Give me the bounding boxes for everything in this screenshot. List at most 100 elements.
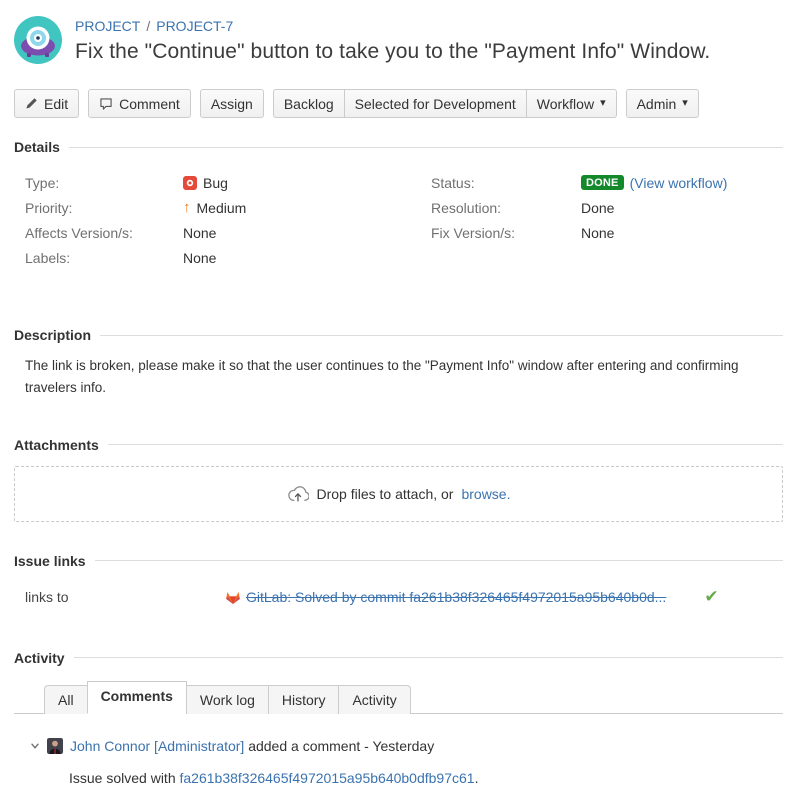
priority-medium-arrow-icon: ↑ [183,200,191,215]
comment-text-prefix: Issue solved with [69,770,180,786]
breadcrumb-separator: / [146,18,150,34]
breadcrumb-project-link[interactable]: PROJECT [75,18,140,34]
backlog-button[interactable]: Backlog [273,89,345,118]
workflow-button-label: Workflow [537,96,594,112]
admin-button-label: Admin [637,96,677,112]
heading-rule [95,560,783,561]
priority-row: Priority: ↑ Medium [14,195,417,220]
issue-header: PROJECT / PROJECT-7 Fix the "Continue" but… [14,16,783,64]
chevron-down-icon[interactable] [30,741,40,751]
gitlab-icon [225,589,241,605]
fix-version-label: Fix Version/s: [417,225,581,241]
selected-for-development-label: Selected for Development [355,96,516,112]
description-heading: Description [14,327,783,343]
attachments-heading: Attachments [14,437,783,453]
tab-comments[interactable]: Comments [87,681,187,714]
project-avatar-icon [14,16,62,64]
admin-dropdown-button[interactable]: Admin ▾ [626,89,699,118]
attachments-heading-label: Attachments [14,437,99,453]
comment-button-label: Comment [119,96,180,112]
breadcrumb: PROJECT / PROJECT-7 [75,18,710,34]
heading-rule [69,147,783,148]
comment-bubble-icon [99,97,113,111]
activity-heading: Activity [14,650,783,666]
priority-label: Priority: [14,200,183,216]
labels-value: None [183,250,216,266]
description-heading-label: Description [14,327,91,343]
bug-icon [183,176,197,190]
resolution-value: Done [581,200,614,216]
backlog-button-label: Backlog [284,96,334,112]
comment-action-text: added a comment - Yesterday [248,738,434,754]
issue-link-row: links to GitLab: Solved by commit fa261b… [14,587,783,607]
affects-version-row: Affects Version/s: None [14,220,417,245]
breadcrumb-issue-link[interactable]: PROJECT-7 [156,18,233,34]
details-left-column: Type: Bug Priority: ↑ Medium Affects Ver… [14,170,417,270]
upload-cloud-icon [287,483,309,505]
caret-down-icon: ▾ [682,98,688,109]
workflow-button-group: Backlog Selected for Development Workflo… [273,89,617,118]
gitlab-commit-link[interactable]: GitLab: Solved by commit fa261b38f326465… [246,589,666,605]
pencil-icon [25,97,38,110]
check-icon: ✔ [704,587,718,607]
issue-page: PROJECT / PROJECT-7 Fix the "Continue" but… [0,0,797,786]
workflow-dropdown-button[interactable]: Workflow ▾ [526,89,617,118]
comment-text-suffix: . [475,770,479,786]
toolbar: Edit Comment Assign Backlog Selected for… [14,89,783,118]
type-label: Type: [14,175,183,191]
affects-version-label: Affects Version/s: [14,225,183,241]
user-avatar [47,738,63,754]
activity-heading-label: Activity [14,650,65,666]
status-label: Status: [417,175,581,191]
affects-version-value: None [183,225,216,241]
tab-work-log[interactable]: Work log [186,685,269,714]
tab-history[interactable]: History [268,685,340,714]
status-row: Status: DONE (View workflow) [417,170,783,195]
attachments-section: Attachments Drop files to attach, or bro… [14,437,783,522]
comment-author-link[interactable]: John Connor [Administrator] [70,738,244,754]
heading-rule [108,444,783,445]
edit-button[interactable]: Edit [14,89,79,118]
issue-links-heading: Issue links [14,553,783,569]
fix-version-row: Fix Version/s: None [417,220,783,245]
details-right-column: Status: DONE (View workflow) Resolution:… [417,170,783,270]
activity-section: Activity All Comments Work log History A… [14,650,783,786]
link-relation-label: links to [14,589,225,605]
comment-header: John Connor [Administrator] added a comm… [30,738,783,754]
status-badge: DONE [581,175,624,190]
tab-all[interactable]: All [44,685,88,714]
dropzone-text: Drop files to attach, or [317,486,454,502]
browse-link[interactable]: browse. [461,486,510,502]
selected-for-development-button[interactable]: Selected for Development [344,89,527,118]
details-heading-label: Details [14,139,60,155]
details-heading: Details [14,139,783,155]
view-workflow-link[interactable]: (View workflow) [630,175,728,191]
resolution-label: Resolution: [417,200,581,216]
labels-label: Labels: [14,250,183,266]
attachment-dropzone[interactable]: Drop files to attach, or browse. [14,466,783,522]
resolution-row: Resolution: Done [417,195,783,220]
assign-button-label: Assign [211,96,253,112]
details-section: Details Type: Bug Priority: ↑ Medium [14,139,783,270]
tab-activity[interactable]: Activity [338,685,410,714]
type-row: Type: Bug [14,170,417,195]
issue-links-section: Issue links links to GitLab: Solved by c… [14,553,783,607]
heading-rule [100,335,783,336]
edit-button-label: Edit [44,96,68,112]
activity-tabs: All Comments Work log History Activity [14,681,783,714]
fix-version-value: None [581,225,614,241]
comment-body: Issue solved with fa261b38f326465f497201… [69,770,783,786]
page-title: Fix the "Continue" button to take you to… [75,40,710,64]
description-section: Description The link is broken, please m… [14,327,783,400]
header-text: PROJECT / PROJECT-7 Fix the "Continue" but… [75,16,710,64]
comment-button[interactable]: Comment [88,89,191,118]
caret-down-icon: ▾ [600,98,606,109]
assign-button[interactable]: Assign [200,89,264,118]
labels-row: Labels: None [14,245,417,270]
type-value: Bug [203,175,228,191]
commit-hash-link[interactable]: fa261b38f326465f4972015a95b640b0dfb97c61 [180,770,475,786]
issue-links-heading-label: Issue links [14,553,86,569]
heading-rule [74,657,783,658]
priority-value: Medium [197,200,247,216]
description-text: The link is broken, please make it so th… [25,355,783,400]
